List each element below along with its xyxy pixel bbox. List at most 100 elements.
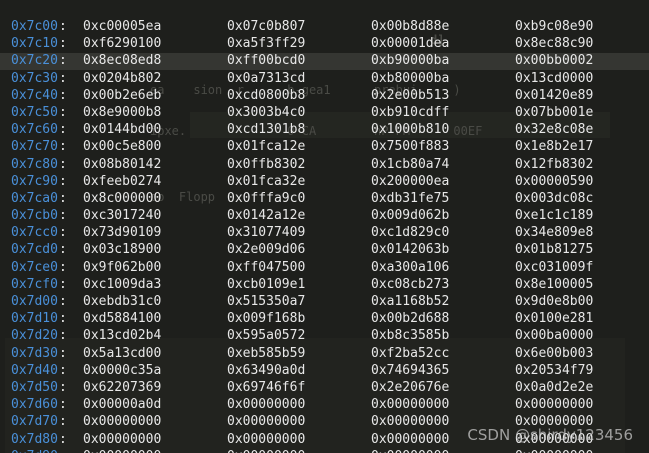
memory-word: 0x69746f6f bbox=[227, 379, 306, 395]
memory-word: 0x00b8d88e bbox=[371, 19, 450, 34]
memory-word: 0x00000000 bbox=[371, 414, 450, 430]
address-separator: : bbox=[59, 242, 67, 258]
memory-word: 0x0144bd00 bbox=[83, 122, 162, 138]
row-address: 0x7c40 bbox=[11, 87, 58, 103]
memory-word: 0x1cb80a74 bbox=[371, 156, 450, 172]
row-address: 0x7d70 bbox=[11, 414, 58, 430]
memory-word: 0x08b80142 bbox=[83, 156, 162, 172]
row-address: 0x7ca0 bbox=[11, 190, 58, 206]
row-address: 0x7cc0 bbox=[11, 225, 58, 241]
memory-word: 0xb80000ba bbox=[371, 70, 450, 86]
address-separator: : bbox=[59, 19, 67, 34]
address-separator: : bbox=[59, 173, 67, 189]
memory-word: 0x0a7313cd bbox=[227, 70, 306, 86]
memory-word: 0x07bb001e bbox=[515, 104, 594, 120]
memory-word: 0x03c18900 bbox=[83, 242, 162, 258]
memory-word: 0xc1d829c0 bbox=[371, 225, 450, 241]
memory-word: 0xb8c3585b bbox=[371, 328, 450, 344]
memory-word: 0x2e20676e bbox=[371, 379, 450, 395]
memory-word: 0x01420e89 bbox=[515, 87, 594, 103]
memory-word: 0x6e00b003 bbox=[515, 345, 594, 361]
row-address: 0x7cd0 bbox=[11, 242, 58, 258]
memory-word: 0x00000000 bbox=[515, 397, 594, 413]
memory-word: 0x01b81275 bbox=[515, 242, 594, 258]
memory-word: 0x00000000 bbox=[371, 397, 450, 413]
memory-word: 0x9f062b00 bbox=[83, 259, 162, 275]
row-address: 0x7c50 bbox=[11, 104, 58, 120]
memory-word: 0x00ba0000 bbox=[515, 328, 594, 344]
row-address: 0x7c30 bbox=[11, 70, 58, 86]
address-separator: : bbox=[59, 276, 67, 292]
memory-word: 0x00000000 bbox=[515, 448, 593, 453]
memory-word: 0x00000000 bbox=[83, 448, 161, 453]
memory-word: 0x00000000 bbox=[371, 448, 449, 453]
memory-word: 0x8c000000 bbox=[83, 190, 162, 206]
memory-word: 0xd5884100 bbox=[83, 311, 162, 327]
memory-word: 0xcb0109e1 bbox=[227, 276, 306, 292]
address-separator: : bbox=[59, 225, 67, 241]
memory-word: 0xcd1301b8 bbox=[227, 122, 306, 138]
row-address: 0x7d80 bbox=[11, 431, 58, 447]
address-separator: : bbox=[59, 122, 67, 138]
memory-word: 0xa300a106 bbox=[371, 259, 450, 275]
memory-word: 0x00000000 bbox=[227, 414, 306, 430]
memory-word: 0x1000b810 bbox=[371, 122, 450, 138]
memory-word: 0x74694365 bbox=[371, 362, 450, 378]
memory-word: 0xc031009f bbox=[515, 259, 594, 275]
memory-word: 0xa1168b52 bbox=[371, 294, 450, 309]
row-address: 0x7c80 bbox=[11, 156, 58, 172]
memory-word: 0xc08cb273 bbox=[371, 276, 450, 292]
memory-word: 0x00000000 bbox=[83, 414, 162, 430]
address-separator: : bbox=[59, 362, 67, 378]
memory-word: 0x13cd0000 bbox=[515, 70, 594, 86]
memory-word: 0x34e809e8 bbox=[515, 225, 594, 241]
memory-word: 0xc3017240 bbox=[83, 208, 162, 224]
memory-word: 0xb9c08e90 bbox=[515, 19, 594, 34]
address-separator: : bbox=[59, 70, 67, 86]
row-address: 0x7c60 bbox=[11, 122, 58, 138]
address-separator: : bbox=[59, 448, 67, 453]
memory-word: 0xb90000ba bbox=[371, 53, 450, 69]
row-address: 0x7d90 bbox=[11, 448, 58, 453]
memory-word: 0x595a0572 bbox=[227, 328, 306, 344]
address-separator: : bbox=[59, 53, 67, 69]
row-address: 0x7c00 bbox=[11, 19, 58, 34]
memory-word: 0x2e00b513 bbox=[371, 87, 450, 103]
address-separator: : bbox=[59, 104, 67, 120]
memory-word: 0x00000000 bbox=[83, 431, 162, 447]
memory-word: 0x00000000 bbox=[371, 431, 450, 447]
memory-word: 0x00000000 bbox=[227, 448, 305, 453]
address-separator: : bbox=[59, 311, 67, 327]
row-address: 0x7d10 bbox=[11, 311, 58, 327]
address-separator: : bbox=[59, 379, 67, 395]
watermark: CSDN @shirdy123456 bbox=[467, 426, 633, 444]
memory-word: 0x01fca12e bbox=[227, 139, 306, 155]
memory-word: 0xb910cdff bbox=[371, 104, 450, 120]
memory-word: 0x00c5e800 bbox=[83, 139, 162, 155]
memory-word: 0xebdb31c0 bbox=[83, 294, 162, 309]
memory-word: 0x73d90109 bbox=[83, 225, 162, 241]
row-address: 0x7d00 bbox=[11, 294, 58, 309]
memory-word: 0x31077409 bbox=[227, 225, 306, 241]
memory-word: 0x62207369 bbox=[83, 379, 162, 395]
row-address: 0x7cf0 bbox=[11, 276, 58, 292]
address-separator: : bbox=[59, 414, 67, 430]
memory-word: 0x00001dea bbox=[371, 36, 450, 52]
memory-word: 0x0000c35a bbox=[83, 362, 162, 378]
address-separator: : bbox=[59, 156, 67, 172]
memory-word: 0x009d062b bbox=[371, 208, 450, 224]
row-address: 0x7d60 bbox=[11, 397, 58, 413]
address-separator: : bbox=[59, 259, 67, 275]
row-address: 0x7c20 bbox=[11, 53, 58, 69]
memory-word: 0x01fca32e bbox=[227, 173, 306, 189]
memory-word: 0xf2ba52cc bbox=[371, 345, 450, 361]
memory-word: 0xff00bcd0 bbox=[227, 53, 306, 69]
row-address: 0x7d40 bbox=[11, 362, 58, 378]
memory-word: 0x8e100005 bbox=[515, 276, 594, 292]
memory-word: 0xcd0800b8 bbox=[227, 87, 306, 103]
memory-word: 0x0142a12e bbox=[227, 208, 306, 224]
memory-word: 0x8ec88c90 bbox=[515, 36, 594, 52]
memory-word: 0x00000a0d bbox=[83, 397, 162, 413]
address-separator: : bbox=[59, 139, 67, 155]
address-separator: : bbox=[59, 190, 67, 206]
